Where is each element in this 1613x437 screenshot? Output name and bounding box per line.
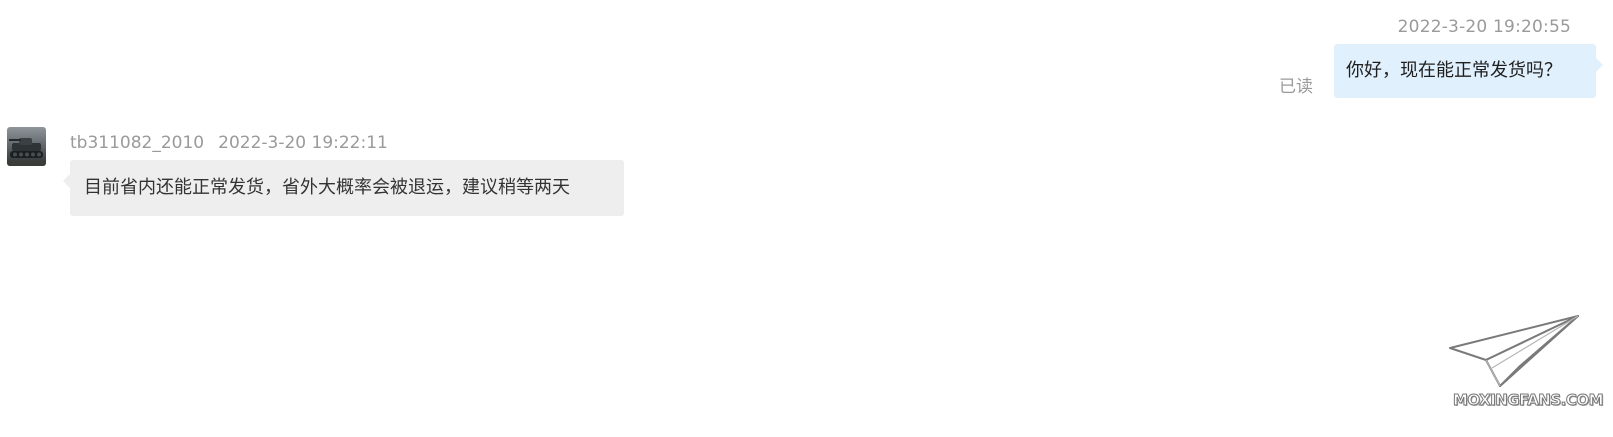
avatar-tank-image (7, 127, 46, 166)
sender-name[interactable]: tb311082_2010 (70, 133, 204, 153)
incoming-timestamp: 2022-3-20 19:22:11 (218, 133, 388, 153)
incoming-message-text: 目前省内还能正常发货，省外大概率会被退运，建议稍等两天 (84, 177, 570, 198)
outgoing-message-text: 你好，现在能正常发货吗？ (1346, 60, 1562, 81)
watermark: MOXINGFANS.COM (1448, 312, 1608, 412)
incoming-message-bubble[interactable]: 目前省内还能正常发货，省外大概率会被退运，建议稍等两天 (63, 160, 624, 216)
read-status: 已读 (1279, 77, 1313, 97)
outgoing-timestamp: 2022-3-20 19:20:55 (1397, 17, 1571, 37)
outgoing-message-bubble[interactable]: 你好，现在能正常发货吗？ (1334, 44, 1603, 98)
watermark-text: MOXINGFANS.COM (1452, 391, 1604, 410)
incoming-meta: tb311082_2010 2022-3-20 19:22:11 (70, 133, 388, 153)
chat-window: 2022-3-20 19:20:55 已读 你好，现在能正常发货吗？ tb311… (0, 0, 1613, 437)
avatar[interactable] (7, 127, 46, 166)
paper-plane-icon (1449, 315, 1579, 387)
